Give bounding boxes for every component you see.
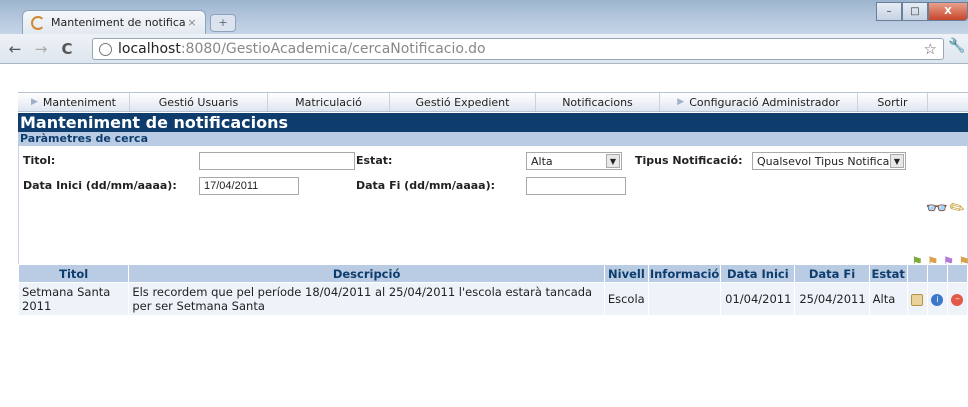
reload-button[interactable]: C <box>56 40 78 58</box>
browser-toolbar: ← → C localhost :8080/GestioAcademica/ce… <box>0 34 968 64</box>
cell-descripcio: Els recordem que pel període 18/04/2011 … <box>128 282 605 316</box>
cell-data-inici: 01/04/2011 <box>720 282 796 316</box>
minimize-button[interactable]: – <box>876 2 902 21</box>
menu-item-label: Matriculació <box>295 95 362 109</box>
globe-icon <box>99 42 112 56</box>
menu-item-label: Notificacions <box>562 95 633 109</box>
chevron-down-icon: ▼ <box>606 154 620 168</box>
page-title: Manteniment de notificacions <box>18 113 968 132</box>
estat-label: Estat: <box>356 154 393 167</box>
url-path: :8080/GestioAcademica/cercaNotificacio.d… <box>180 41 486 57</box>
cell-edit <box>906 282 928 316</box>
menu-item-configuracio[interactable]: ▶ Configuració Administrador <box>660 93 858 111</box>
eraser-clear-icon[interactable]: ✎ <box>946 196 968 222</box>
page-content: ▶ Manteniment Gestió Usuaris Matriculaci… <box>0 64 968 407</box>
search-actions: 👓 ✎ <box>925 196 968 222</box>
results-table: Titol Descripció Nivell Informació Data … <box>17 264 968 316</box>
estat-value: Alta <box>531 155 553 168</box>
col-informacio: Informació <box>647 264 722 283</box>
tipus-value: Qualsevol Tipus Notifica <box>757 155 890 168</box>
binoculars-search-icon[interactable]: 👓 <box>925 198 947 219</box>
cell-info: i <box>926 282 948 316</box>
maximize-button[interactable]: □ <box>902 2 928 21</box>
data-fi-label: Data Fi (dd/mm/aaaa): <box>356 179 496 192</box>
address-bar[interactable]: localhost :8080/GestioAcademica/cercaNot… <box>92 38 944 60</box>
cell-estat: Alta <box>868 282 908 316</box>
menu-item-notificacions[interactable]: Notificacions <box>536 93 660 111</box>
cell-delete: – <box>946 282 968 316</box>
titol-input[interactable] <box>199 152 355 170</box>
data-fi-input[interactable] <box>526 177 626 195</box>
menu-item-manteniment[interactable]: ▶ Manteniment <box>18 93 130 111</box>
edit-icon[interactable] <box>911 293 924 306</box>
browser-tab[interactable]: Manteniment de notifica... × <box>22 10 206 34</box>
col-descripcio: Descripció <box>128 264 605 283</box>
tipus-label: Tipus Notificació: <box>635 154 743 167</box>
table-row: Setmana Santa 2011 Els recordem que pel … <box>17 282 968 316</box>
cell-nivell: Escola <box>603 282 649 316</box>
menu-arrow-icon: ▶ <box>677 97 685 107</box>
new-tab-button[interactable]: + <box>210 14 236 32</box>
cell-data-fi: 25/04/2011 <box>794 282 870 316</box>
cell-titol: Setmana Santa 2011 <box>17 282 130 316</box>
col-estat: Estat <box>868 264 908 283</box>
menu-item-sortir[interactable]: Sortir <box>858 93 928 111</box>
col-edit <box>906 264 928 283</box>
col-data-fi: Data Fi <box>794 264 870 283</box>
menu-item-label: Configuració Administrador <box>689 95 840 109</box>
menu-item-label: Gestió Expedient <box>415 95 510 109</box>
menu-arrow-icon: ▶ <box>30 97 38 107</box>
menu-item-label: Sortir <box>877 95 908 109</box>
estat-select[interactable]: Alta ▼ <box>526 152 622 170</box>
window-controls: – □ X <box>876 2 968 21</box>
tab-close-icon[interactable]: × <box>185 16 199 29</box>
chevron-down-icon: ▼ <box>890 154 904 168</box>
data-inici-input[interactable] <box>199 177 299 195</box>
loading-icon <box>31 15 45 30</box>
main-menu: ▶ Manteniment Gestió Usuaris Matriculaci… <box>18 92 968 112</box>
url-host: localhost <box>118 41 181 57</box>
cell-informacio <box>647 282 722 316</box>
menu-item-label: Manteniment <box>42 95 116 109</box>
col-delete <box>946 264 968 283</box>
browser-titlebar: Manteniment de notifica... × + – □ X <box>0 0 968 34</box>
menu-item-gestio-usuaris[interactable]: Gestió Usuaris <box>130 93 268 111</box>
close-window-button[interactable]: X <box>928 2 968 21</box>
menu-item-gestio-expedient[interactable]: Gestió Expedient <box>390 93 536 111</box>
info-icon[interactable]: i <box>931 293 944 306</box>
tipus-select[interactable]: Qualsevol Tipus Notifica ▼ <box>752 152 906 170</box>
col-nivell: Nivell <box>603 264 649 283</box>
table-header-row: Titol Descripció Nivell Informació Data … <box>17 264 968 283</box>
tab-title: Manteniment de notifica... <box>51 16 185 29</box>
menu-item-matriculacio[interactable]: Matriculació <box>268 93 390 111</box>
search-params-heading: Paràmetres de cerca <box>18 132 968 146</box>
back-button[interactable]: ← <box>4 40 26 58</box>
col-info <box>926 264 948 283</box>
delete-icon[interactable]: – <box>951 293 964 306</box>
col-titol: Titol <box>17 264 130 283</box>
menu-item-label: Gestió Usuaris <box>158 95 239 109</box>
wrench-icon[interactable]: 🔧 <box>948 38 968 60</box>
bookmark-star-icon[interactable]: ☆ <box>924 40 937 58</box>
titol-label: Titol: <box>23 154 56 167</box>
col-data-inici: Data Inici <box>720 264 796 283</box>
data-inici-label: Data Inici (dd/mm/aaaa): <box>23 179 177 192</box>
forward-button[interactable]: → <box>30 40 52 58</box>
